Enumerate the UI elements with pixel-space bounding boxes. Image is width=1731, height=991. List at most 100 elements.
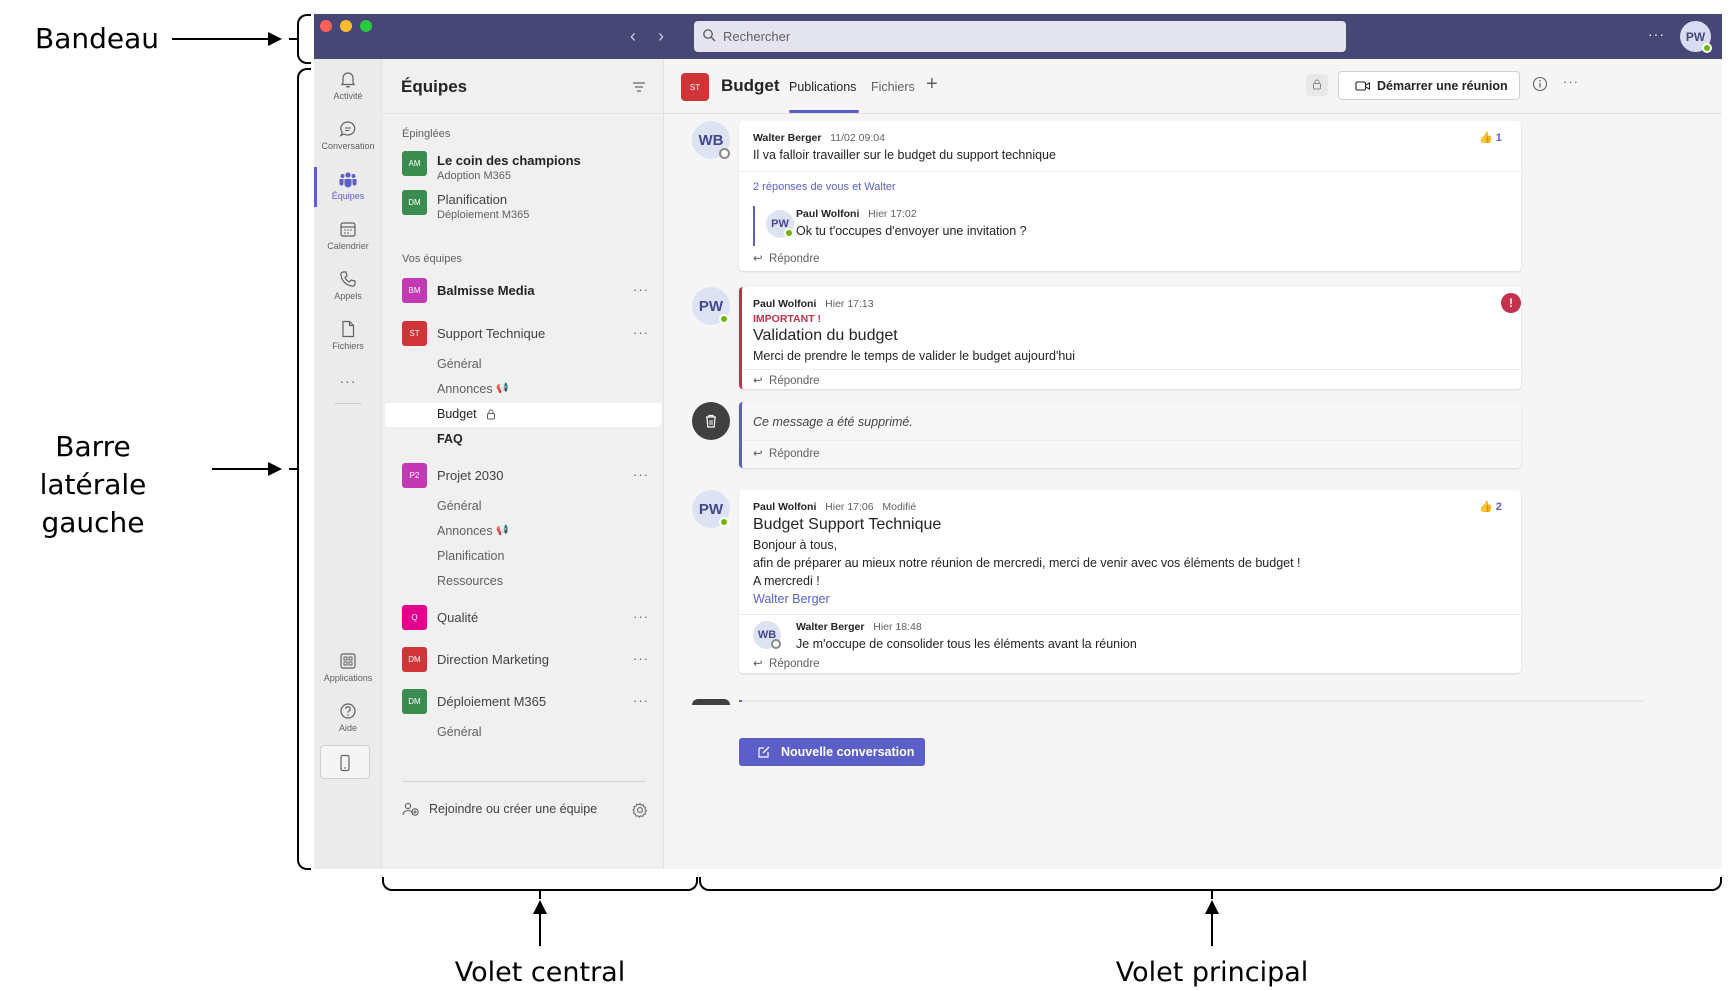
minimize-window-button[interactable] bbox=[340, 20, 352, 32]
channel-name: Planification bbox=[437, 549, 505, 563]
rail-item-applications[interactable]: Applications bbox=[314, 645, 382, 695]
rail-item-calls[interactable]: Appels bbox=[314, 263, 382, 313]
reply-button[interactable]: ↩ Répondre bbox=[753, 656, 820, 670]
reply-text: Ok tu t'occupes d'envoyer une invitation… bbox=[796, 224, 1027, 238]
tab-publications[interactable]: Publications bbox=[789, 80, 856, 94]
divider bbox=[739, 614, 1521, 615]
reply-button[interactable]: ↩ Répondre bbox=[753, 373, 820, 387]
rail-label: Applications bbox=[323, 673, 373, 683]
join-or-create-team-button[interactable]: Rejoindre ou créer une équipe bbox=[402, 799, 652, 821]
post-author: Paul Wolfoni bbox=[753, 298, 817, 310]
importance-label: IMPORTANT ! bbox=[753, 313, 822, 325]
channel-item[interactable]: FAQ bbox=[382, 428, 664, 452]
presence-available-icon bbox=[719, 314, 729, 324]
rail-item-activity[interactable]: Activité bbox=[314, 63, 382, 113]
team-more-icon[interactable]: ··· bbox=[633, 693, 649, 708]
reply-button[interactable]: ↩ Répondre bbox=[753, 251, 820, 265]
chat-icon bbox=[339, 121, 356, 137]
presence-available-icon bbox=[719, 517, 729, 527]
channel-name: Ressources bbox=[437, 574, 503, 588]
reply-time: Hier 18:48 bbox=[873, 621, 922, 633]
rail-item-teams[interactable]: Équipes bbox=[314, 163, 382, 213]
presence-available-icon bbox=[1702, 43, 1712, 53]
rail-item-help[interactable]: Aide bbox=[314, 695, 382, 745]
add-tab-icon[interactable]: + bbox=[926, 73, 938, 96]
team-item[interactable]: Q Qualité ··· bbox=[382, 605, 664, 645]
team-item[interactable]: DM Direction Marketing ··· bbox=[382, 647, 664, 687]
info-icon[interactable] bbox=[1532, 76, 1548, 92]
reply-arrow-icon: ↩ bbox=[753, 448, 763, 460]
post-text-line: A mercredi ! bbox=[753, 574, 820, 588]
rail-label: Activité bbox=[333, 91, 363, 101]
forward-arrow-icon[interactable]: › bbox=[658, 26, 664, 47]
team-avatar: DM bbox=[402, 190, 427, 215]
channel-item[interactable]: Ressources bbox=[382, 570, 664, 594]
search-placeholder: Rechercher bbox=[723, 29, 791, 44]
profile-avatar[interactable]: PW bbox=[1680, 21, 1712, 53]
mobile-device-button[interactable] bbox=[320, 745, 370, 779]
post-author: Paul Wolfoni bbox=[753, 501, 817, 513]
channel-item[interactable]: Général bbox=[382, 353, 664, 377]
pinned-channel-item[interactable]: AM Le coin des champions Adoption M365 bbox=[382, 151, 664, 191]
rail-label: Fichiers bbox=[332, 341, 364, 351]
post-text: Il va falloir travailler sur le budget d… bbox=[753, 148, 1056, 162]
presence-available-icon bbox=[784, 228, 794, 238]
channel-item[interactable]: Général bbox=[382, 495, 664, 519]
filter-icon[interactable] bbox=[632, 81, 646, 93]
presence-away-icon bbox=[719, 148, 730, 159]
more-options-icon[interactable]: ··· bbox=[1648, 26, 1665, 42]
thumbs-up-icon: 👍 bbox=[1479, 132, 1493, 144]
rail-item-calendar[interactable]: Calendrier bbox=[314, 213, 382, 263]
post-text: Merci de prendre le temps de valider le … bbox=[753, 349, 1076, 363]
search-input[interactable]: Rechercher bbox=[694, 21, 1346, 52]
channel-item[interactable]: Planification bbox=[382, 545, 664, 569]
team-more-icon[interactable]: ··· bbox=[633, 325, 649, 340]
post-meta: Walter Berger 11/02 09:04 bbox=[753, 132, 885, 144]
more-options-icon[interactable]: ··· bbox=[1563, 74, 1579, 89]
team-more-icon[interactable]: ··· bbox=[633, 651, 649, 666]
rail-item-chat[interactable]: Conversation bbox=[314, 113, 382, 163]
lock-icon bbox=[1313, 79, 1321, 90]
deleted-message-text: Ce message a été supprimé. bbox=[753, 415, 913, 429]
calendar-icon bbox=[340, 222, 356, 237]
team-name: Direction Marketing bbox=[437, 652, 549, 667]
rail-item-files[interactable]: Fichiers bbox=[314, 313, 382, 363]
team-more-icon[interactable]: ··· bbox=[633, 467, 649, 482]
rail-more-icon[interactable]: ··· bbox=[314, 373, 382, 389]
teams-pane: Équipes Épinglées AM Le coin des champio… bbox=[382, 59, 664, 869]
profile-avatar-initials: PW bbox=[1685, 29, 1706, 44]
reaction-count: 1 bbox=[1495, 132, 1502, 144]
lock-button[interactable] bbox=[1306, 74, 1328, 96]
team-item[interactable]: BM Balmisse Media ··· bbox=[382, 278, 664, 318]
close-window-button[interactable] bbox=[320, 20, 332, 32]
gear-icon[interactable] bbox=[632, 802, 648, 818]
bell-icon bbox=[340, 72, 356, 88]
like-reaction[interactable]: 👍 1 bbox=[1479, 131, 1502, 144]
start-meeting-button[interactable]: Démarrer une réunion bbox=[1338, 71, 1520, 100]
like-reaction[interactable]: 👍 2 bbox=[1479, 500, 1502, 513]
team-avatar: DM bbox=[402, 647, 427, 672]
channel-item[interactable]: Annonces 📢 bbox=[382, 378, 664, 402]
team-more-icon[interactable]: ··· bbox=[633, 609, 649, 624]
phone-icon bbox=[340, 271, 356, 287]
channel-item[interactable]: Annonces 📢 bbox=[382, 520, 664, 544]
arrow-volet-principal bbox=[1205, 900, 1219, 946]
pinned-channel-item[interactable]: DM Planification Déploiement M365 bbox=[382, 190, 664, 230]
new-conversation-button[interactable]: Nouvelle conversation bbox=[739, 738, 925, 766]
mention-link[interactable]: Walter Berger bbox=[753, 592, 830, 606]
avatar: PW bbox=[766, 210, 794, 238]
reply-button[interactable]: ↩ Répondre bbox=[753, 446, 820, 460]
back-arrow-icon[interactable]: ‹ bbox=[630, 26, 636, 47]
maximize-window-button[interactable] bbox=[360, 20, 372, 32]
channel-name: Annonces bbox=[437, 524, 493, 538]
mobile-icon bbox=[340, 754, 350, 772]
replies-summary-link[interactable]: 2 réponses de vous et Walter bbox=[753, 181, 896, 193]
post-card: Paul Wolfoni Hier 17:06 Modifié Budget S… bbox=[739, 490, 1521, 673]
avatar: WB bbox=[753, 621, 781, 649]
channel-item-selected[interactable]: Budget bbox=[385, 403, 661, 427]
reply-label: Répondre bbox=[769, 253, 820, 265]
tab-fichiers[interactable]: Fichiers bbox=[871, 80, 915, 94]
team-more-icon[interactable]: ··· bbox=[633, 282, 649, 297]
team-avatar: DM bbox=[402, 689, 427, 714]
channel-item[interactable]: Général bbox=[382, 721, 664, 745]
